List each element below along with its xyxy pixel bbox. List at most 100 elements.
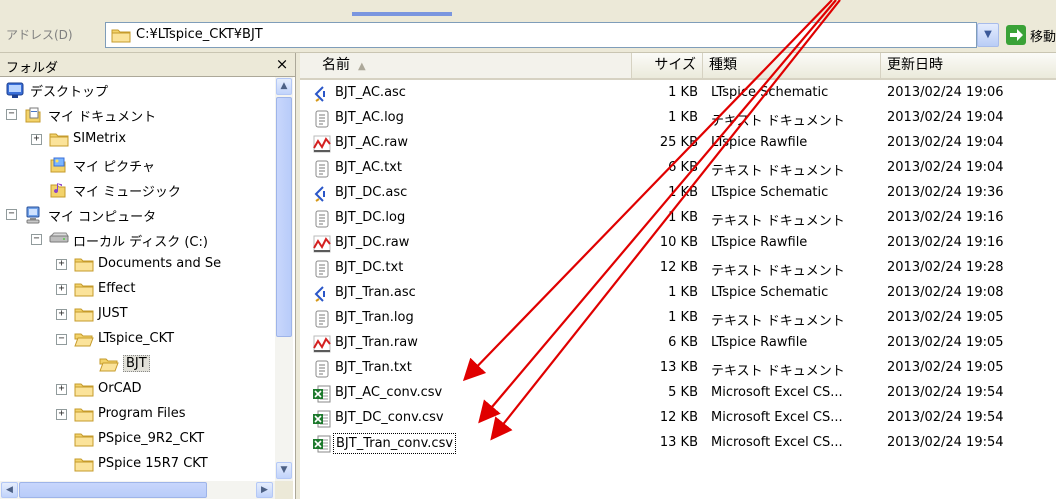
file-size: 10 KB: [659, 235, 698, 250]
file-row[interactable]: BJT_AC.asc 1 KB LTspice Schematic 2013/02/2…: [300, 82, 1056, 106]
file-row[interactable]: BJT_DC.log 1 KB テキスト ドキュメント 2013/02/24 19:1…: [300, 207, 1056, 231]
expand-icon[interactable]: +: [56, 409, 67, 420]
folder-open-icon: [74, 331, 94, 351]
tree-vertical-scrollbar[interactable]: ▲ ▼: [275, 77, 293, 481]
file-row[interactable]: BJT_AC.log 1 KB テキスト ドキュメント 2013/02/24 19:0…: [300, 107, 1056, 131]
scroll-right-button[interactable]: ▶: [256, 482, 273, 498]
collapse-icon[interactable]: −: [31, 234, 42, 245]
tree-horizontal-scrollbar[interactable]: ◀ ▶: [0, 481, 275, 499]
file-name: BJT_AC.log: [335, 110, 404, 125]
file-date: 2013/02/24 19:06: [887, 85, 1004, 100]
expand-icon[interactable]: +: [56, 384, 67, 395]
tree-item[interactable]: デスクトップ: [0, 78, 275, 102]
file-date: 2013/02/24 19:05: [887, 310, 1004, 325]
file-size: 1 KB: [668, 110, 698, 125]
address-path: C:¥LTspice_CKT¥BJT: [136, 27, 263, 42]
file-size: 1 KB: [668, 185, 698, 200]
file-row[interactable]: BJT_Tran.txt 13 KB テキスト ドキュメント 2013/02/24 1…: [300, 357, 1056, 381]
file-name: BJT_AC.txt: [335, 160, 402, 175]
my-music-icon: [49, 181, 67, 203]
file-name: BJT_DC.asc: [335, 185, 408, 200]
tree-item[interactable]: − LTspice_CKT: [0, 328, 275, 352]
tree-item[interactable]: + JUST: [0, 303, 275, 327]
file-date: 2013/02/24 19:04: [887, 160, 1004, 175]
expand-icon[interactable]: +: [56, 309, 67, 320]
file-row[interactable]: BJT_DC.asc 1 KB LTspice Schematic 2013/02/2…: [300, 182, 1056, 206]
file-row[interactable]: BJT_AC_conv.csv 5 KB Microsoft Excel CS...…: [300, 382, 1056, 406]
tree-item[interactable]: + OrCAD: [0, 378, 275, 402]
tree-item[interactable]: マイ ピクチャ: [0, 153, 275, 177]
column-header-type[interactable]: 種類: [703, 53, 881, 78]
tree-item-label: ローカル ディスク (C:): [73, 235, 208, 250]
file-date: 2013/02/24 19:16: [887, 210, 1004, 225]
folder-icon: [74, 256, 94, 276]
file-name: BJT_Tran.raw: [335, 335, 418, 350]
file-name: BJT_AC.asc: [335, 85, 406, 100]
go-button[interactable]: 移動: [1004, 23, 1056, 47]
text-document-icon: [312, 309, 332, 329]
column-header-date[interactable]: 更新日時: [881, 53, 1056, 78]
tree-item[interactable]: + Effect: [0, 278, 275, 302]
scroll-thumb-horizontal[interactable]: [19, 482, 207, 498]
file-size: 12 KB: [659, 410, 698, 425]
tree-item[interactable]: − マイ ドキュメント: [0, 103, 275, 127]
tree-item[interactable]: + Program Files: [0, 403, 275, 427]
go-label: 移動: [1030, 30, 1056, 45]
file-size: 1 KB: [668, 310, 698, 325]
file-row[interactable]: BJT_AC.txt 6 KB テキスト ドキュメント 2013/02/24 19:0…: [300, 157, 1056, 181]
file-size: 13 KB: [659, 435, 698, 450]
file-row[interactable]: BJT_DC.txt 12 KB テキスト ドキュメント 2013/02/24 19:…: [300, 257, 1056, 281]
file-type: LTspice Schematic: [711, 85, 829, 100]
file-row[interactable]: BJT_DC.raw 10 KB LTspice Rawfile 2013/02/24…: [300, 232, 1056, 256]
tree-item-label: PSpice_9R2_CKT: [98, 431, 205, 446]
ltspice-rawfile-icon: [312, 134, 332, 154]
expand-icon[interactable]: +: [31, 134, 42, 145]
tree-item-label: OrCAD: [98, 381, 142, 396]
file-row[interactable]: BJT_DC_conv.csv 12 KB Microsoft Excel CS..…: [300, 407, 1056, 431]
file-size: 12 KB: [659, 260, 698, 275]
scroll-left-button[interactable]: ◀: [1, 482, 18, 498]
folder-icon: [74, 281, 94, 301]
tree-item[interactable]: − ローカル ディスク (C:): [0, 228, 275, 252]
collapse-icon[interactable]: −: [6, 209, 17, 220]
collapse-icon[interactable]: −: [56, 334, 67, 345]
folder-icon: [74, 306, 94, 326]
folder-open-icon: [99, 356, 119, 376]
file-date: 2013/02/24 19:04: [887, 110, 1004, 125]
file-name: BJT_Tran.log: [335, 310, 414, 325]
column-date-label: 更新日時: [887, 57, 943, 73]
tree-item-label: マイ コンピュータ: [48, 210, 157, 225]
collapse-icon[interactable]: −: [6, 109, 17, 120]
scroll-thumb[interactable]: [276, 97, 292, 337]
tree-item[interactable]: + SIMetrix: [0, 128, 275, 152]
address-input[interactable]: C:¥LTspice_CKT¥BJT: [105, 22, 977, 48]
file-name: BJT_AC.raw: [335, 135, 409, 150]
column-header-size[interactable]: サイズ: [632, 53, 703, 78]
expand-icon[interactable]: +: [56, 284, 67, 295]
expand-icon[interactable]: +: [56, 259, 67, 270]
column-header-name[interactable]: 名前 ▲: [300, 53, 632, 78]
tree-item[interactable]: − マイ コンピュータ: [0, 203, 275, 227]
scrollbar-corner: [275, 481, 293, 499]
file-type: LTspice Schematic: [711, 285, 829, 300]
file-type: テキスト ドキュメント: [711, 314, 845, 329]
file-row[interactable]: BJT_AC.raw 25 KB LTspice Rawfile 2013/02/24…: [300, 132, 1056, 156]
close-icon[interactable]: ×: [272, 54, 292, 74]
tree-item-label: LTspice_CKT: [98, 331, 175, 346]
address-bar: アドレス(D) C:¥LTspice_CKT¥BJT ▼ 移動: [0, 16, 1056, 53]
scroll-up-button[interactable]: ▲: [276, 78, 292, 95]
file-date: 2013/02/24 19:08: [887, 285, 1004, 300]
tree-item[interactable]: PSpice_9R2_CKT: [0, 428, 275, 452]
tree-item[interactable]: + Documents and Se: [0, 253, 275, 277]
address-dropdown-button[interactable]: ▼: [977, 23, 999, 47]
tree-item[interactable]: BJT: [0, 353, 275, 377]
file-row[interactable]: BJT_Tran_conv.csv 13 KB Microsoft Excel CS…: [300, 432, 1056, 456]
file-row[interactable]: BJT_Tran.log 1 KB テキスト ドキュメント 2013/02/24 19…: [300, 307, 1056, 331]
file-list: 名前 ▲ サイズ 種類 更新日時 BJT_AC.asc 1 KB LTspice Sc…: [300, 53, 1056, 499]
scroll-down-button[interactable]: ▼: [276, 462, 292, 479]
tree-item[interactable]: マイ ミュージック: [0, 178, 275, 202]
file-row[interactable]: BJT_Tran.asc 1 KB LTspice Schematic 2013/02…: [300, 282, 1056, 306]
file-row[interactable]: BJT_Tran.raw 6 KB LTspice Rawfile 2013/02/2…: [300, 332, 1056, 356]
window-top-strip: [0, 0, 1056, 16]
tree-item[interactable]: PSpice 15R7 CKT: [0, 453, 275, 477]
